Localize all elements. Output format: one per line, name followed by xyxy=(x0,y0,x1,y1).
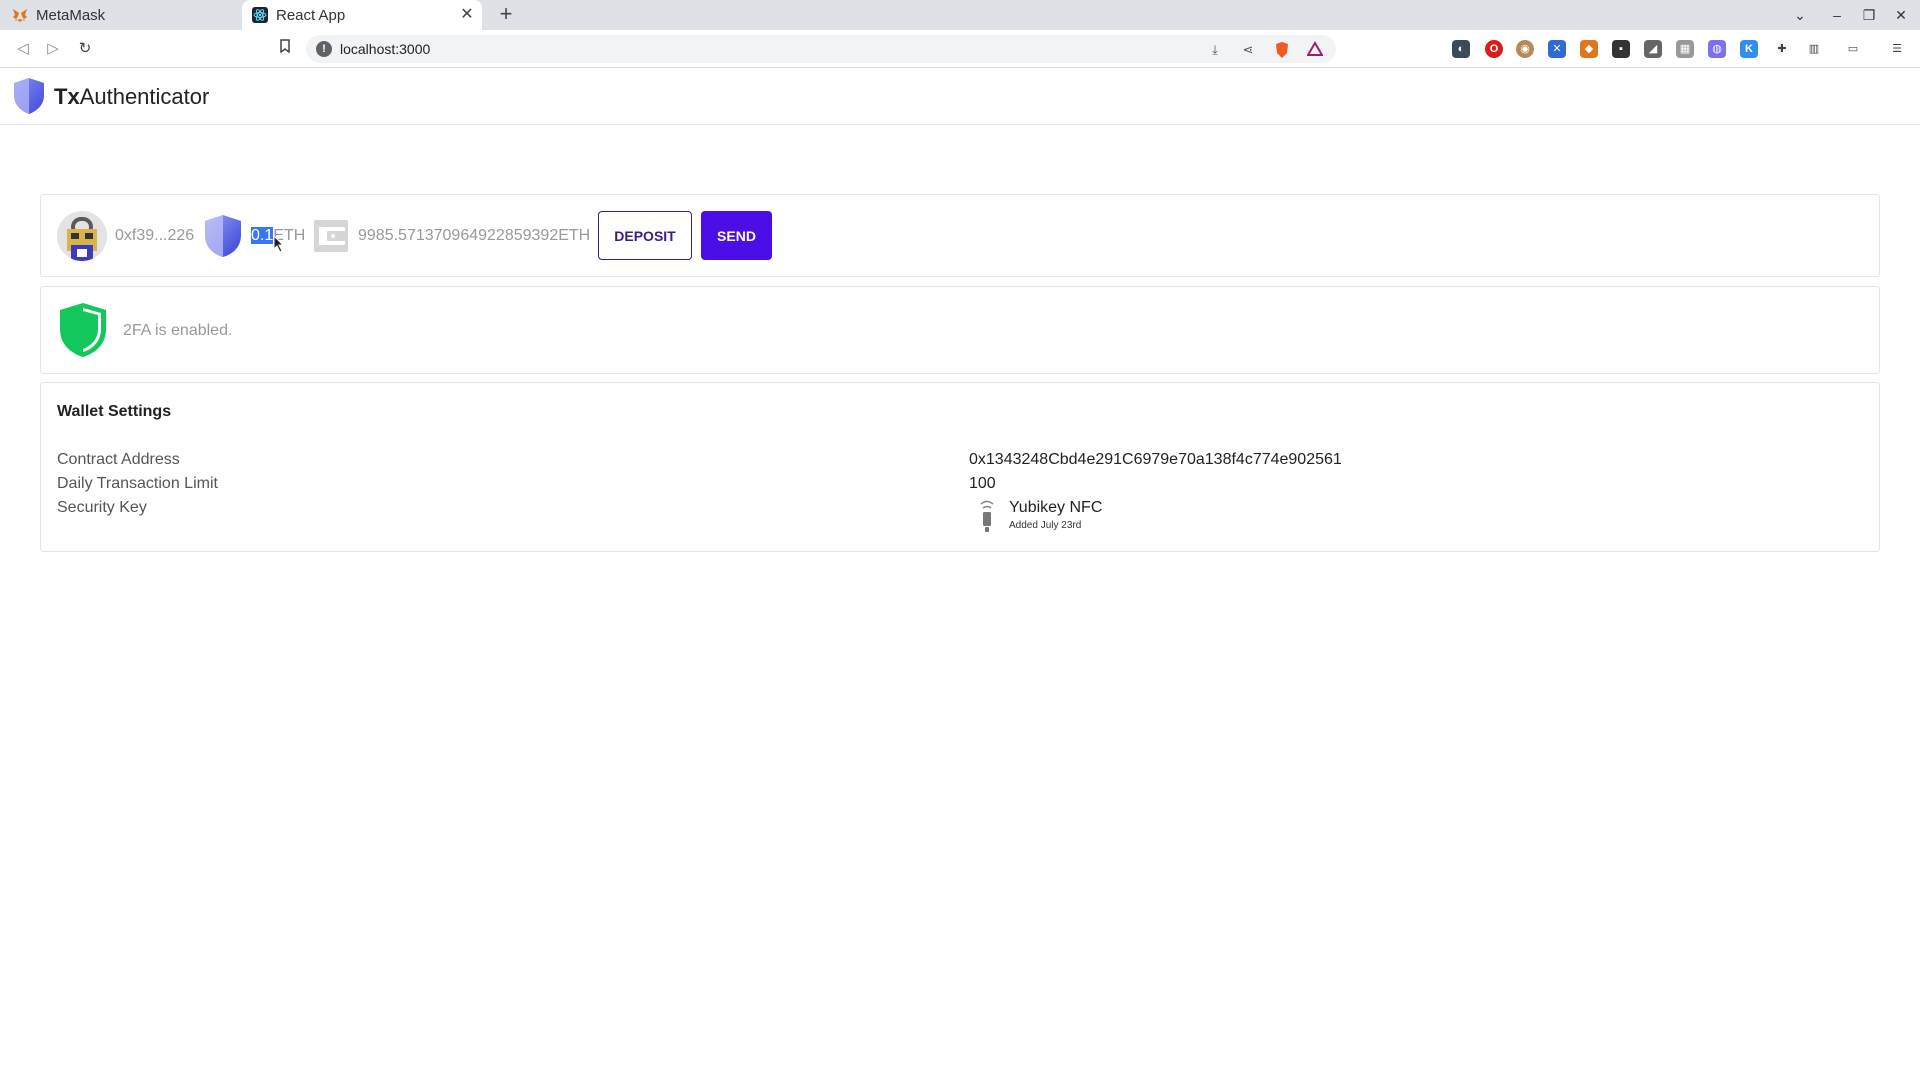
address-bar[interactable]: ! localhost:3000 ⤓ ⋖ xyxy=(306,35,1336,63)
share-icon[interactable]: ⋖ xyxy=(1239,41,1257,59)
contract-address-label: Contract Address xyxy=(57,451,180,468)
brand-title[interactable]: TxAuthenticator xyxy=(54,84,209,110)
react-logo-icon xyxy=(252,7,268,23)
extension-10-icon[interactable]: K xyxy=(1740,40,1758,58)
security-key-name: Yubikey NFC xyxy=(1009,499,1103,516)
tab-title: React App xyxy=(276,6,346,24)
tab-title: MetaMask xyxy=(36,6,106,24)
extension-9-icon[interactable]: ◍ xyxy=(1708,40,1726,58)
shield-logo-icon xyxy=(14,78,44,114)
tab-react-app[interactable]: React App ✕ xyxy=(242,0,482,30)
menu-icon[interactable]: ☰ xyxy=(1888,40,1906,58)
tab-search-chevron-icon[interactable]: ⌄ xyxy=(1789,4,1811,26)
new-tab-icon[interactable]: + xyxy=(494,3,518,27)
extension-6-icon[interactable]: ▪ xyxy=(1612,40,1630,58)
info-icon[interactable]: ! xyxy=(316,41,332,57)
extensions-puzzle-icon[interactable]: ✚ xyxy=(1773,40,1791,58)
brave-rewards-icon[interactable] xyxy=(1306,41,1324,59)
browser-tab-strip: MetaMask React App ✕ + ⌄ – ❐ ✕ xyxy=(0,0,1920,30)
security-key-label: Security Key xyxy=(57,499,147,516)
metamask-fox-icon xyxy=(12,7,28,23)
wallet-icon[interactable]: ▭ xyxy=(1844,40,1862,58)
account-card: 0xf39...226 0.1ETH 9985.5713709649228593… xyxy=(40,194,1880,277)
extension-1-icon[interactable]: ◐ xyxy=(1452,40,1470,58)
security-key-added-date: Added July 23rd xyxy=(1009,520,1082,531)
restore-window-icon[interactable]: ❐ xyxy=(1858,4,1880,26)
settings-title: Wallet Settings xyxy=(57,403,172,420)
bookmark-icon[interactable] xyxy=(274,38,296,60)
url-text: localhost:3000 xyxy=(340,41,431,57)
twofa-status-card: 2FA is enabled. xyxy=(40,286,1880,374)
browser-toolbar: ◁ ▷ ↻ ! localhost:3000 ⤓ ⋖ ◐ O ◉ ✕ ◆ ▪ ◢… xyxy=(0,30,1920,68)
app-header: TxAuthenticator xyxy=(0,69,1920,125)
tab-metamask[interactable]: MetaMask xyxy=(12,0,242,30)
extension-4-icon[interactable]: ✕ xyxy=(1548,40,1566,58)
brave-shield-icon[interactable] xyxy=(1273,41,1291,59)
back-arrow-icon[interactable]: ◁ xyxy=(12,38,34,60)
close-tab-icon[interactable]: ✕ xyxy=(458,6,476,24)
forward-arrow-icon[interactable]: ▷ xyxy=(42,38,64,60)
extension-7-icon[interactable]: ◢ xyxy=(1644,40,1662,58)
shield-icon xyxy=(205,215,241,257)
deposit-button[interactable]: DEPOSIT xyxy=(598,211,692,260)
green-shield-icon xyxy=(60,303,106,357)
minimize-window-icon[interactable]: – xyxy=(1826,4,1848,26)
nfc-key-icon xyxy=(980,500,994,532)
daily-limit-label: Daily Transaction Limit xyxy=(57,475,218,492)
twofa-status-text: 2FA is enabled. xyxy=(123,322,233,339)
extension-8-icon[interactable]: ▦ xyxy=(1676,40,1694,58)
install-icon[interactable]: ⤓ xyxy=(1206,41,1224,59)
wallet-settings-card: Wallet Settings Contract Address 0x13432… xyxy=(40,382,1880,552)
extension-3-icon[interactable]: ◉ xyxy=(1516,40,1534,58)
metamask-extension-icon[interactable]: ◆ xyxy=(1580,40,1598,58)
reload-icon[interactable]: ↻ xyxy=(74,38,96,60)
sidebar-toggle-icon[interactable]: ▥ xyxy=(1805,40,1823,58)
wallet-balance: 9985.571370964922859392ETH xyxy=(358,227,591,244)
account-address[interactable]: 0xf39...226 xyxy=(115,227,194,245)
send-button[interactable]: SEND xyxy=(701,211,772,260)
daily-limit-value: 100 xyxy=(969,475,996,492)
close-window-icon[interactable]: ✕ xyxy=(1890,4,1912,26)
contract-address-value: 0x1343248Cbd4e291C6979e70a138f4c774e9025… xyxy=(969,451,1342,468)
mouse-cursor-icon xyxy=(273,235,285,253)
wallet-icon xyxy=(314,220,348,252)
extension-2-icon[interactable]: O xyxy=(1485,40,1503,58)
avatar[interactable] xyxy=(57,211,107,261)
